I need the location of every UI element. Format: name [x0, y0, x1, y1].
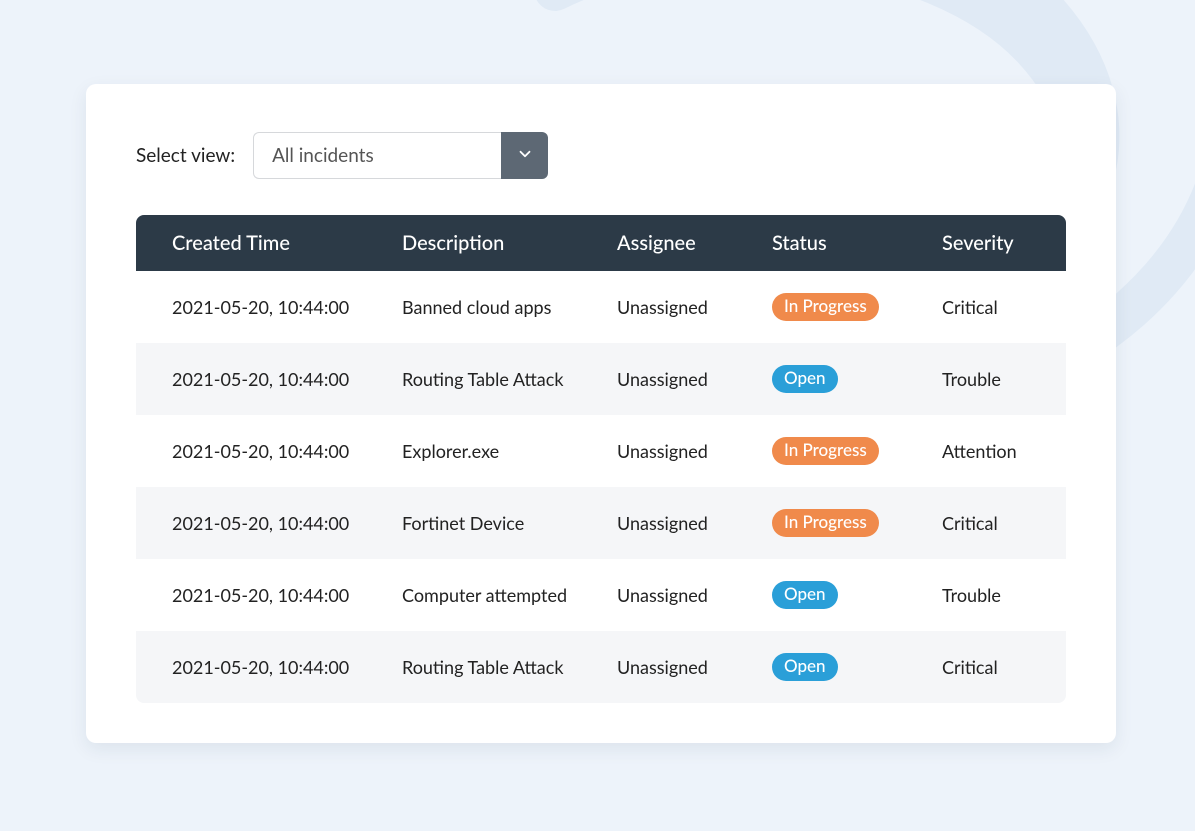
cell-assignee: Unassigned — [617, 656, 772, 678]
cell-created: 2021-05-20, 10:44:00 — [172, 368, 402, 390]
col-header-created: Created Time — [172, 231, 402, 255]
cell-description: Computer attempted — [402, 584, 617, 606]
cell-created: 2021-05-20, 10:44:00 — [172, 512, 402, 534]
cell-description: Routing Table Attack — [402, 656, 617, 678]
table-row[interactable]: 2021-05-20, 10:44:00Routing Table Attack… — [136, 343, 1066, 415]
table-row[interactable]: 2021-05-20, 10:44:00Routing Table Attack… — [136, 631, 1066, 703]
status-badge: In Progress — [772, 437, 879, 464]
cell-status: In Progress — [772, 293, 942, 320]
view-select-value[interactable]: All incidents — [253, 132, 501, 179]
cell-severity: Trouble — [942, 584, 1030, 606]
cell-status: Open — [772, 365, 942, 392]
cell-severity: Critical — [942, 512, 1030, 534]
cell-status: In Progress — [772, 509, 942, 536]
cell-assignee: Unassigned — [617, 296, 772, 318]
cell-assignee: Unassigned — [617, 584, 772, 606]
table-row[interactable]: 2021-05-20, 10:44:00Computer attemptedUn… — [136, 559, 1066, 631]
cell-status: Open — [772, 653, 942, 680]
cell-description: Fortinet Device — [402, 512, 617, 534]
cell-created: 2021-05-20, 10:44:00 — [172, 296, 402, 318]
table-row[interactable]: 2021-05-20, 10:44:00Banned cloud appsUna… — [136, 271, 1066, 343]
cell-severity: Critical — [942, 296, 1030, 318]
status-badge: In Progress — [772, 293, 879, 320]
status-badge: Open — [772, 365, 838, 392]
view-select-toggle[interactable] — [501, 132, 548, 179]
cell-assignee: Unassigned — [617, 368, 772, 390]
chevron-down-icon — [516, 145, 534, 167]
col-header-assignee: Assignee — [617, 231, 772, 255]
cell-assignee: Unassigned — [617, 440, 772, 462]
table-body: 2021-05-20, 10:44:00Banned cloud appsUna… — [136, 271, 1066, 703]
cell-severity: Critical — [942, 656, 1030, 678]
table-row[interactable]: 2021-05-20, 10:44:00Explorer.exeUnassign… — [136, 415, 1066, 487]
col-header-status: Status — [772, 231, 942, 255]
view-selector-row: Select view: All incidents — [136, 132, 1066, 179]
incidents-card: Select view: All incidents Created Time … — [86, 84, 1116, 743]
status-badge: In Progress — [772, 509, 879, 536]
cell-description: Explorer.exe — [402, 440, 617, 462]
cell-severity: Attention — [942, 440, 1030, 462]
col-header-description: Description — [402, 231, 617, 255]
cell-assignee: Unassigned — [617, 512, 772, 534]
view-label: Select view: — [136, 144, 235, 167]
cell-status: Open — [772, 581, 942, 608]
cell-created: 2021-05-20, 10:44:00 — [172, 440, 402, 462]
incidents-table: Created Time Description Assignee Status… — [136, 215, 1066, 703]
col-header-severity: Severity — [942, 231, 1030, 255]
status-badge: Open — [772, 653, 838, 680]
status-badge: Open — [772, 581, 838, 608]
cell-description: Banned cloud apps — [402, 296, 617, 318]
table-header-row: Created Time Description Assignee Status… — [136, 215, 1066, 271]
cell-created: 2021-05-20, 10:44:00 — [172, 656, 402, 678]
cell-created: 2021-05-20, 10:44:00 — [172, 584, 402, 606]
cell-status: In Progress — [772, 437, 942, 464]
view-select[interactable]: All incidents — [253, 132, 548, 179]
cell-description: Routing Table Attack — [402, 368, 617, 390]
table-row[interactable]: 2021-05-20, 10:44:00Fortinet DeviceUnass… — [136, 487, 1066, 559]
cell-severity: Trouble — [942, 368, 1030, 390]
